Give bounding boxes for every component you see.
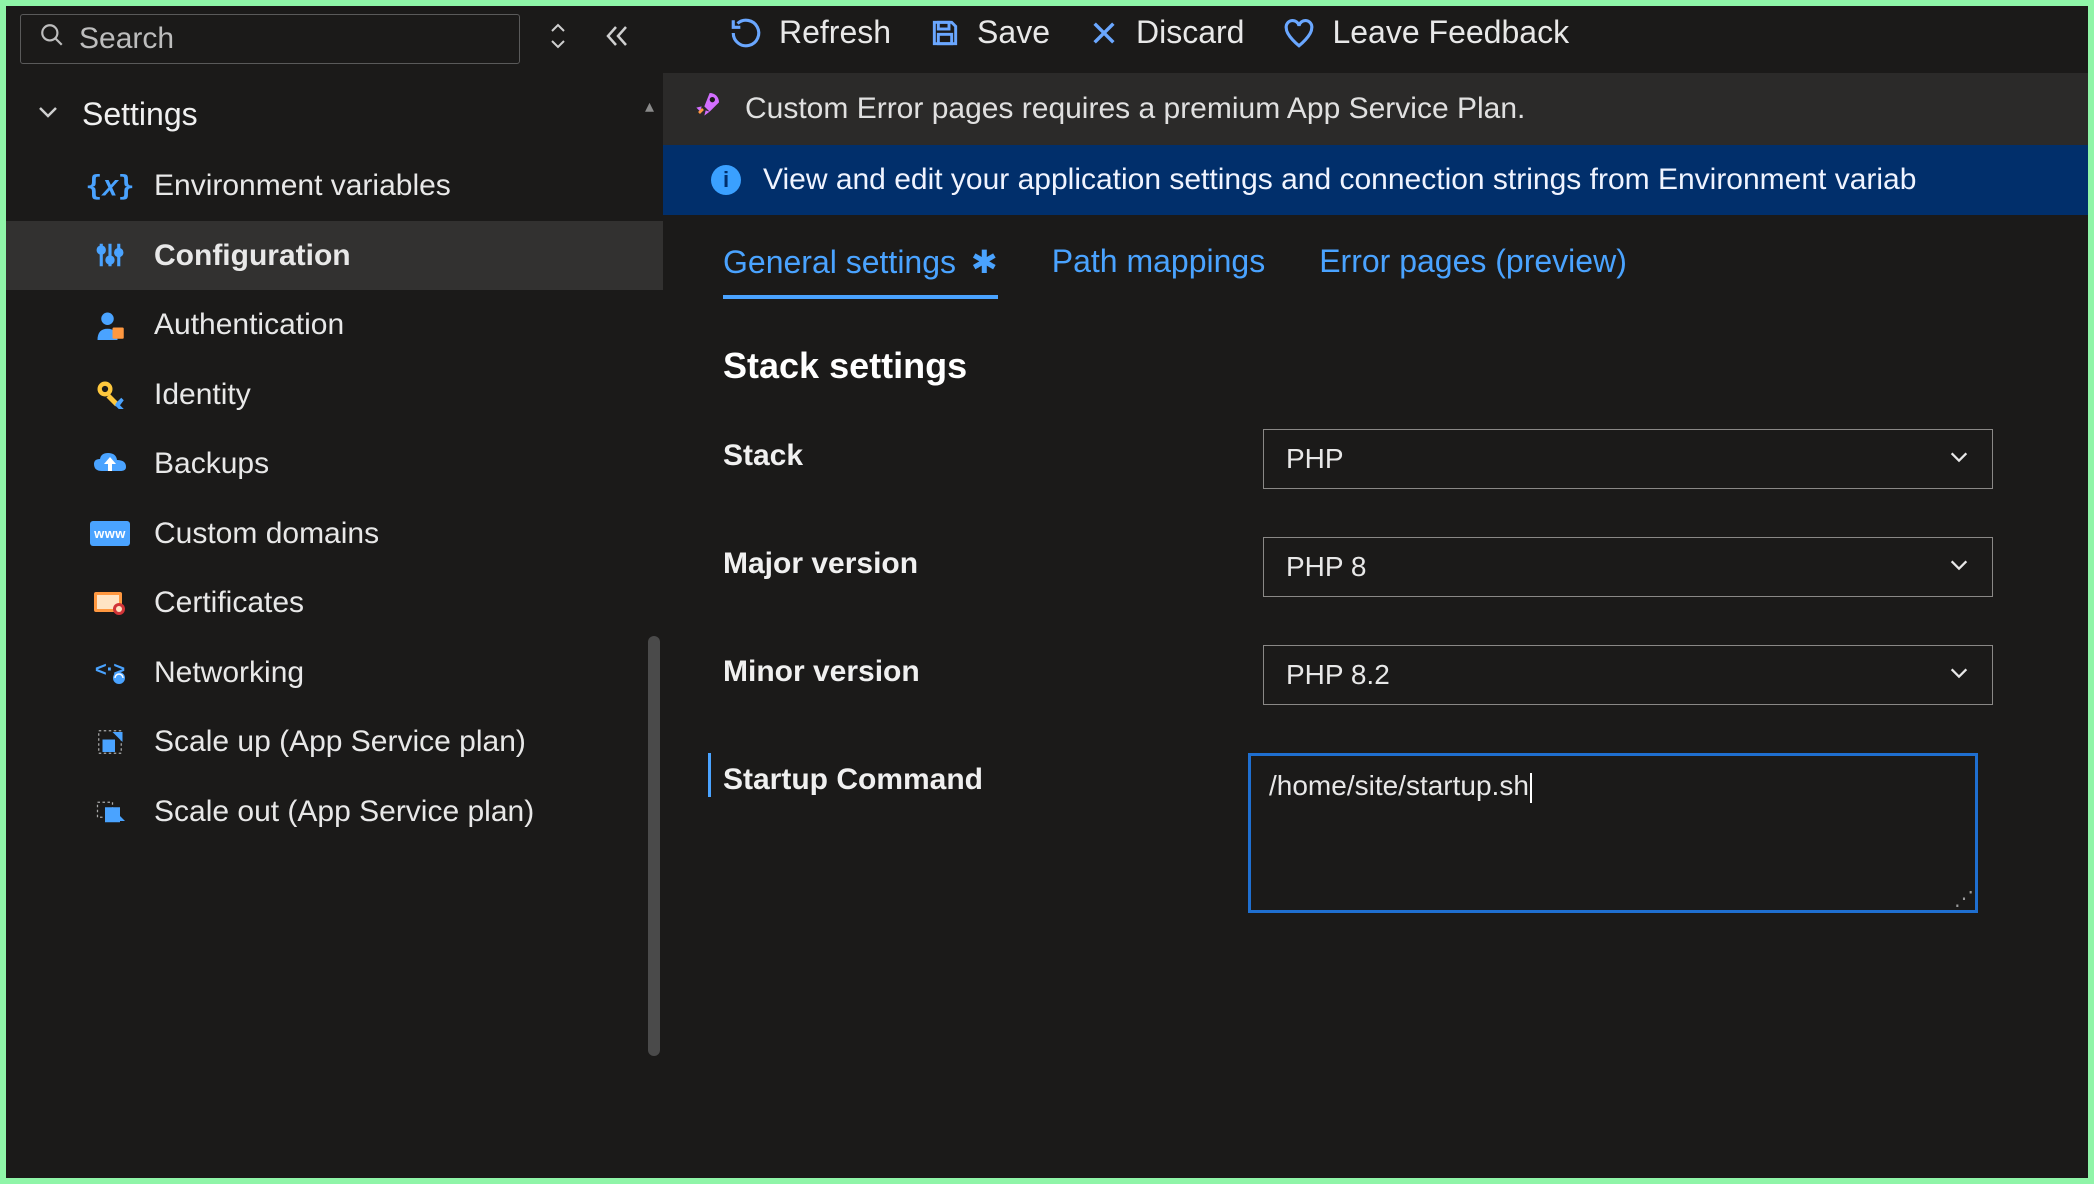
search-icon [39, 22, 65, 56]
button-label: Save [977, 14, 1050, 51]
scale-up-icon [90, 727, 130, 757]
sidebar-item-configuration[interactable]: Configuration [6, 221, 663, 291]
heart-icon [1282, 16, 1316, 50]
search-input[interactable]: Search [20, 14, 520, 64]
major-version-label: Major version [723, 537, 1263, 581]
refresh-icon [729, 16, 763, 50]
button-label: Leave Feedback [1332, 14, 1569, 51]
sidebar-item-label: Custom domains [154, 515, 643, 553]
key-icon [90, 379, 130, 409]
tab-path-mappings[interactable]: Path mappings [1052, 243, 1265, 299]
sidebar-scrollbar[interactable]: ▴ [645, 106, 663, 1136]
chevron-down-icon [36, 99, 60, 131]
cloud-upload-icon [90, 451, 130, 477]
button-label: Discard [1136, 14, 1244, 51]
scroll-up-icon[interactable]: ▴ [645, 96, 654, 117]
sidebar-item-label: Environment variables [154, 167, 643, 205]
sort-toggle-icon[interactable] [540, 15, 576, 64]
startup-command-input[interactable]: /home/site/startup.sh [1248, 753, 1978, 913]
select-value: PHP 8.2 [1286, 659, 1390, 691]
save-button[interactable]: Save [929, 14, 1050, 51]
info-icon: i [711, 165, 741, 195]
info-banner: i View and edit your application setting… [663, 145, 2088, 215]
tab-label: General settings [723, 244, 956, 280]
certificate-icon [90, 590, 130, 616]
sidebar-section-label: Settings [82, 96, 198, 133]
sidebar-item-label: Identity [154, 376, 643, 414]
search-placeholder: Search [79, 22, 174, 56]
dirty-indicator-icon: ✱ [971, 244, 998, 280]
resize-handle-icon[interactable]: ⋰ [1954, 886, 1974, 911]
text-caret [1530, 773, 1532, 803]
stack-select[interactable]: PHP [1263, 429, 1993, 489]
refresh-button[interactable]: Refresh [729, 14, 891, 51]
scale-out-icon [90, 796, 130, 826]
minor-version-select[interactable]: PHP 8.2 [1263, 645, 1993, 705]
sidebar-item-certificates[interactable]: Certificates [6, 568, 663, 638]
select-value: PHP 8 [1286, 551, 1366, 583]
user-auth-icon [90, 310, 130, 340]
chevron-down-icon [1948, 443, 1970, 475]
sidebar-item-networking[interactable]: <·> Networking [6, 638, 663, 708]
sidebar-item-environment-variables[interactable]: {𝑥} Environment variables [6, 151, 663, 221]
tab-label: Path mappings [1052, 243, 1265, 279]
network-icon: <·> [90, 658, 130, 686]
sidebar-item-label: Configuration [154, 237, 643, 275]
sidebar-item-label: Scale up (App Service plan) [154, 723, 643, 761]
input-value: /home/site/startup.sh [1269, 770, 1529, 801]
tab-general-settings[interactable]: General settings ✱ [723, 243, 998, 299]
close-icon [1088, 17, 1120, 49]
sidebar-item-label: Authentication [154, 306, 643, 344]
sidebar-item-scale-up[interactable]: Scale up (App Service plan) [6, 707, 663, 777]
button-label: Refresh [779, 14, 891, 51]
sidebar-item-authentication[interactable]: Authentication [6, 290, 663, 360]
toolbar: Refresh Save Discard Leave Feedback [663, 6, 2088, 73]
tab-error-pages[interactable]: Error pages (preview) [1319, 243, 1627, 299]
www-icon: www [90, 521, 130, 546]
sidebar: Search Settings {𝑥} Environment variable… [6, 6, 663, 1178]
sidebar-section-settings[interactable]: Settings [6, 82, 663, 151]
sidebar-item-custom-domains[interactable]: www Custom domains [6, 499, 663, 569]
sidebar-item-label: Backups [154, 445, 643, 483]
chevron-down-icon [1948, 551, 1970, 583]
banner-text: Custom Error pages requires a premium Ap… [745, 92, 1525, 126]
sidebar-item-backups[interactable]: Backups [6, 429, 663, 499]
startup-command-label: Startup Command [708, 753, 1248, 797]
discard-button[interactable]: Discard [1088, 14, 1244, 51]
variables-icon: {𝑥} [90, 169, 130, 203]
sidebar-item-identity[interactable]: Identity [6, 360, 663, 430]
sidebar-item-label: Scale out (App Service plan) [154, 793, 643, 831]
save-icon [929, 17, 961, 49]
chevron-down-icon [1948, 659, 1970, 691]
scrollbar-thumb[interactable] [648, 636, 660, 1056]
tab-bar: General settings ✱ Path mappings Error p… [723, 243, 2028, 299]
sidebar-item-scale-out[interactable]: Scale out (App Service plan) [6, 777, 663, 847]
major-version-select[interactable]: PHP 8 [1263, 537, 1993, 597]
select-value: PHP [1286, 443, 1344, 475]
minor-version-label: Minor version [723, 645, 1263, 689]
leave-feedback-button[interactable]: Leave Feedback [1282, 14, 1569, 51]
sidebar-item-label: Networking [154, 654, 643, 692]
main-panel: Refresh Save Discard Leave Feedback [663, 6, 2088, 1178]
sidebar-item-label: Certificates [154, 584, 643, 622]
tab-label: Error pages (preview) [1319, 243, 1627, 279]
sliders-icon [90, 240, 130, 270]
section-title: Stack settings [723, 345, 2028, 387]
banner-text: View and edit your application settings … [763, 163, 1916, 197]
collapse-sidebar-icon[interactable] [596, 17, 638, 62]
stack-label: Stack [723, 429, 1263, 473]
premium-required-banner: Custom Error pages requires a premium Ap… [663, 73, 2088, 145]
rocket-icon [691, 89, 723, 129]
